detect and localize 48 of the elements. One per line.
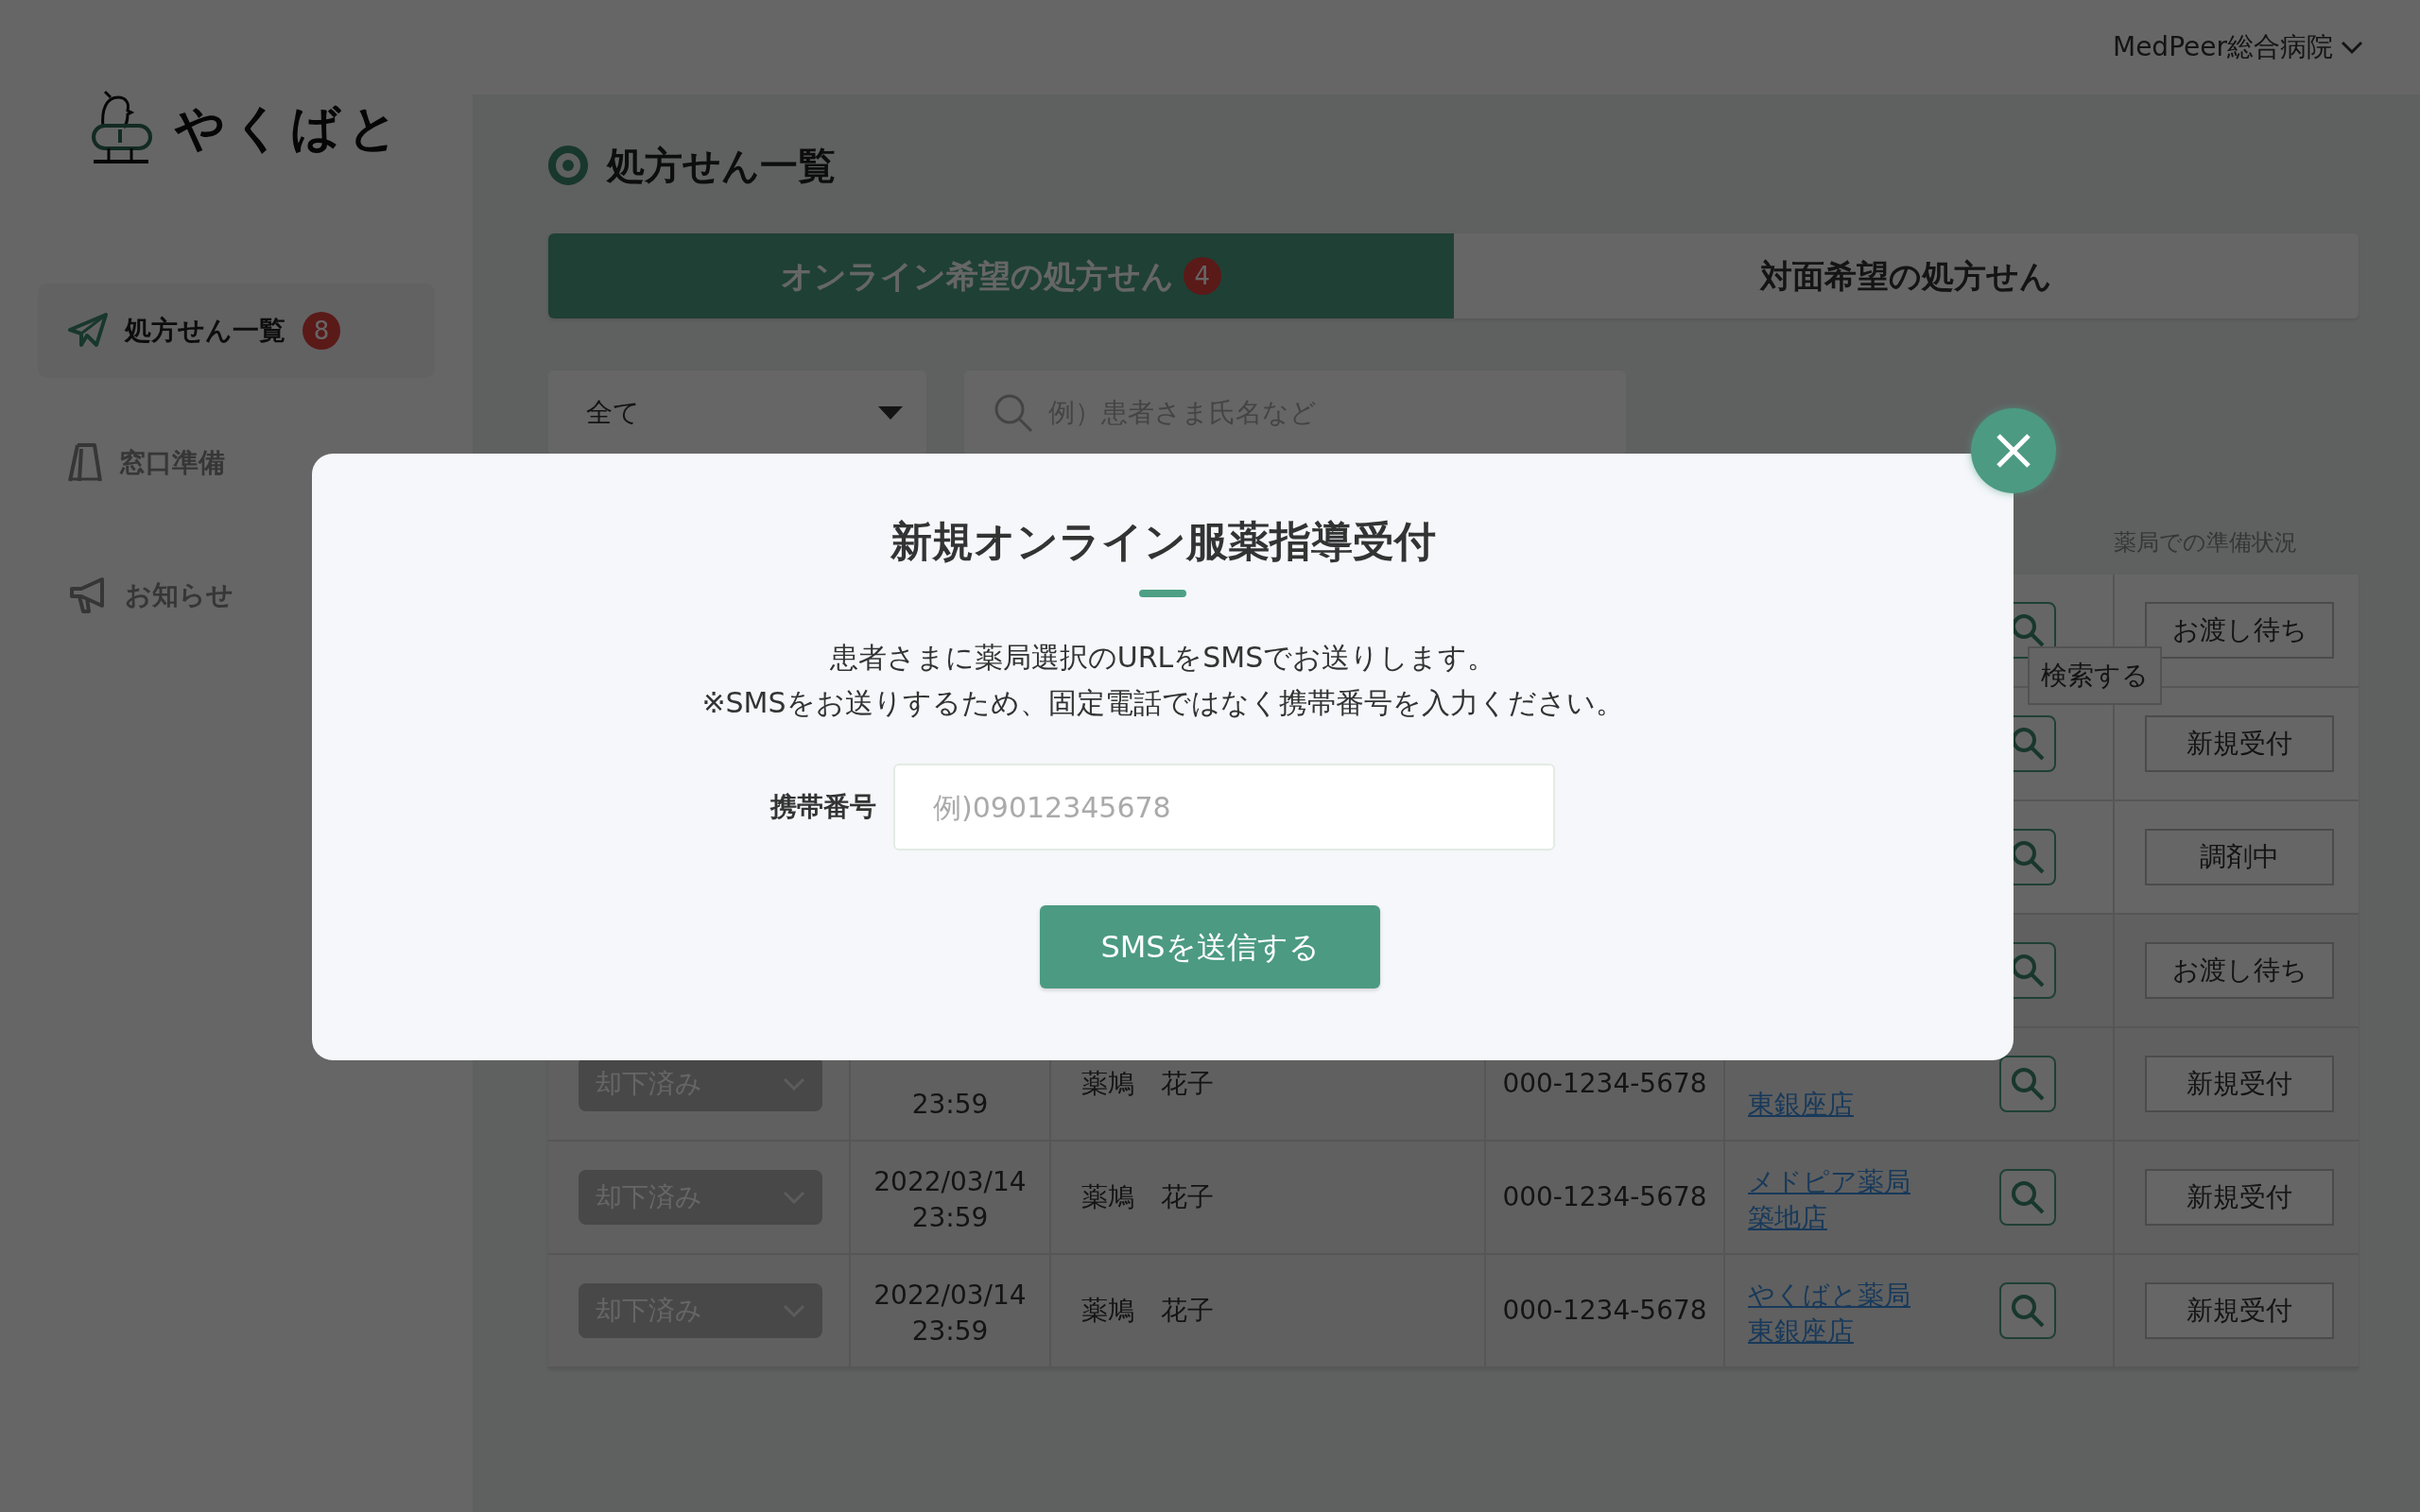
logo-text: やくばと [175,98,406,158]
circle-bullet-icon [548,146,588,185]
send-sms-button[interactable]: SMSを送信する [1040,905,1380,988]
date-text: 2022/03/14 [873,1165,1027,1199]
pharmacy-link[interactable]: 東銀座店 [1748,1314,1854,1349]
sign-board-icon [68,443,102,483]
modal-title: 新規オンライン服薬指導受付 [890,516,1436,567]
status-button[interactable]: 調剤中 [2145,829,2334,885]
status-button[interactable]: 新規受付 [2145,1169,2334,1226]
search-icon [2010,1066,2046,1102]
count-badge: 8 [302,312,340,350]
tab[interactable]: オンライン希望の処方せん 4 [548,233,1454,318]
chevron-down-icon[interactable] [2341,40,2363,55]
paper-plane-icon [68,313,108,349]
patient-name: 薬鳩 花子 [1081,1067,1214,1101]
pharmacy-link[interactable]: メドピア薬局 [1748,1164,1910,1200]
status-button[interactable]: 新規受付 [2145,715,2334,772]
date-text: 23:59 [911,1201,989,1235]
account-name[interactable]: MedPeer総合病院 [2113,27,2333,67]
status-button[interactable]: 新規受付 [2145,1056,2334,1112]
pharmacy-link[interactable]: 築地店 [1748,1200,1827,1236]
search-icon [2010,1293,2046,1329]
pharmacy-link[interactable]: 東銀座店 [1748,1087,1854,1123]
filter-select[interactable]: 全て [548,370,926,455]
phone-number: 000-1234-5678 [1502,1067,1707,1101]
phone-number: 000-1234-5678 [1502,1294,1707,1328]
status-button[interactable]: お渡し待ち [2145,602,2334,659]
field-label: 携帯番号 [770,790,876,824]
patient-name: 薬鳩 花子 [1081,1180,1214,1214]
date-text: 23:59 [911,1088,989,1122]
search-icon [993,392,1034,434]
search-icon [2010,1179,2046,1215]
sidebar-item[interactable]: 処方せん一覧 8 [38,284,435,378]
status-button[interactable]: 新規受付 [2145,1282,2334,1339]
title-underline [1139,590,1186,597]
patient-name: 薬鳩 花子 [1081,1294,1214,1328]
dropdown-triangle-icon [878,406,903,420]
page-title: 処方せん一覧 [607,143,836,189]
status-button[interactable]: お渡し待ち [2145,942,2334,999]
count-badge: 4 [1183,257,1221,295]
phone-input-field[interactable]: 例)09012345678 [893,764,1555,850]
phone-number: 000-1234-5678 [1502,1180,1707,1214]
date-text: 23:59 [911,1314,989,1349]
pharmacy-link[interactable]: やくばと薬局 [1748,1278,1910,1314]
instruction-text: 患者さまに薬局選択のURLをSMSでお送りします。 [828,640,1497,676]
tooltip: 検索する [2028,646,2162,705]
date-text: 2022/03/14 [873,1279,1027,1313]
instruction-text: ※SMSをお送りするため、固定電話ではなく携帯番号を入力ください。 [701,685,1624,721]
